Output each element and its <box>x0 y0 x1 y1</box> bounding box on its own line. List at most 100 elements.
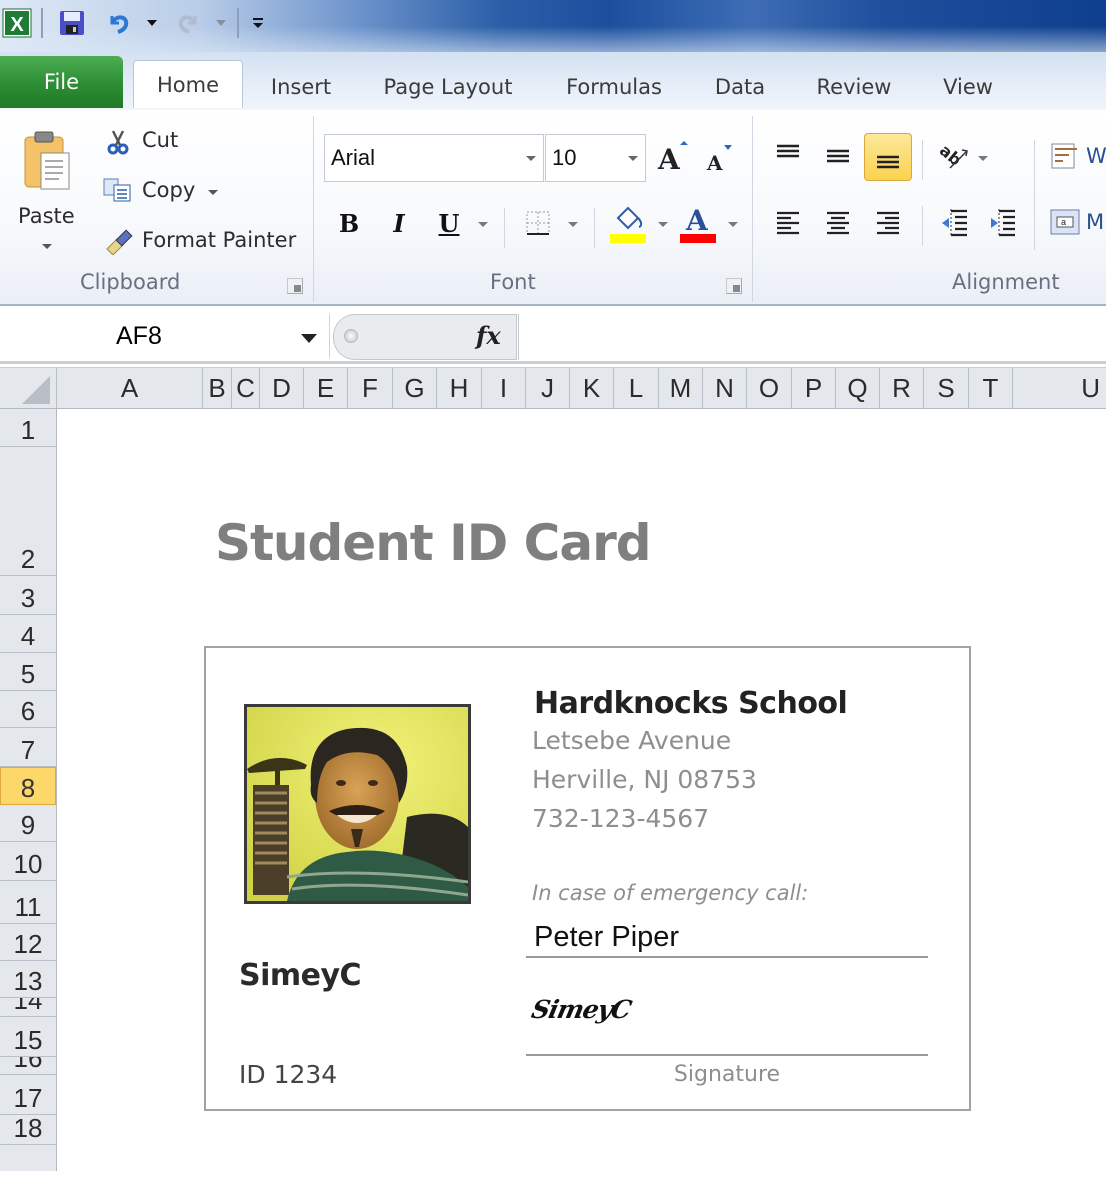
row-header-8[interactable]: 8 <box>0 767 56 805</box>
row-header-17[interactable]: 17 <box>0 1075 56 1115</box>
row-header-5[interactable]: 5 <box>0 653 56 691</box>
orientation-icon[interactable]: ab <box>934 136 974 176</box>
underline-button[interactable]: U <box>434 206 464 240</box>
copy-dropdown-icon[interactable] <box>208 190 218 195</box>
student-id[interactable]: ID 1234 <box>239 1060 337 1089</box>
row-header-7[interactable]: 7 <box>0 728 56 767</box>
column-header-s[interactable]: S <box>924 368 969 409</box>
column-header-h[interactable]: H <box>437 368 482 409</box>
middle-align-icon[interactable] <box>820 138 856 174</box>
font-launcher-icon[interactable] <box>726 278 742 294</box>
school-address-city[interactable]: Herville, NJ 08753 <box>532 765 757 794</box>
column-header-a[interactable]: A <box>57 368 203 409</box>
signature-image[interactable]: SimeyC <box>529 995 634 1024</box>
school-name[interactable]: Hardknocks School <box>534 686 848 721</box>
merge-center-label[interactable]: M <box>1086 210 1106 234</box>
column-header-d[interactable]: D <box>260 368 304 409</box>
tab-review[interactable]: Review <box>804 64 904 110</box>
tab-page-layout[interactable]: Page Layout <box>370 64 526 110</box>
column-header-l[interactable]: L <box>614 368 659 409</box>
underline-dropdown-icon[interactable] <box>478 222 488 227</box>
row-header-18[interactable]: 18 <box>0 1115 56 1145</box>
font-color-dropdown-icon[interactable] <box>728 222 738 227</box>
row-header-11[interactable]: 11 <box>0 881 56 924</box>
align-left-icon[interactable] <box>770 204 806 240</box>
top-align-icon[interactable] <box>770 138 806 174</box>
copy-button[interactable]: Copy <box>142 178 195 202</box>
column-header-r[interactable]: R <box>880 368 924 409</box>
student-name[interactable]: SimeyC <box>239 958 362 993</box>
format-painter-button[interactable]: Format Painter <box>142 228 296 252</box>
decrease-indent-icon[interactable] <box>936 204 972 240</box>
column-header-k[interactable]: K <box>570 368 614 409</box>
row-header-10[interactable]: 10 <box>0 842 56 881</box>
fill-color-icon[interactable] <box>608 202 648 246</box>
row-header-3[interactable]: 3 <box>0 576 56 615</box>
fill-color-dropdown-icon[interactable] <box>658 222 668 227</box>
row-header-1[interactable]: 1 <box>0 409 56 447</box>
expand-handle-icon[interactable] <box>344 329 358 343</box>
column-header-q[interactable]: Q <box>836 368 880 409</box>
grow-font-icon[interactable]: A <box>656 138 690 174</box>
formula-input[interactable] <box>518 314 1106 360</box>
wrap-text-icon[interactable] <box>1048 138 1082 174</box>
wrap-text-label[interactable]: W <box>1086 144 1106 168</box>
bold-button[interactable]: B <box>334 206 364 240</box>
borders-icon[interactable] <box>522 206 554 240</box>
column-header-n[interactable]: N <box>703 368 747 409</box>
column-header-t[interactable]: T <box>969 368 1013 409</box>
column-header-o[interactable]: O <box>747 368 792 409</box>
excel-logo-icon[interactable]: X <box>0 8 34 38</box>
tab-formulas[interactable]: Formulas <box>552 64 676 110</box>
row-header-2[interactable]: 2 <box>0 447 56 576</box>
paste-dropdown-icon[interactable] <box>42 244 52 249</box>
clipboard-launcher-icon[interactable] <box>287 278 303 294</box>
redo-dropdown-icon[interactable] <box>214 8 228 38</box>
paste-icon[interactable] <box>16 124 78 200</box>
font-name-dropdown-icon[interactable] <box>526 156 536 161</box>
row-header-6[interactable]: 6 <box>0 691 56 728</box>
increase-indent-icon[interactable] <box>984 204 1020 240</box>
tab-file[interactable]: File <box>0 56 123 108</box>
name-box[interactable]: AF8 <box>0 314 330 358</box>
column-header-u[interactable]: U <box>1013 368 1106 409</box>
row-header-9[interactable]: 9 <box>0 805 56 842</box>
tab-home[interactable]: Home <box>133 60 243 108</box>
row-header-12[interactable]: 12 <box>0 924 56 961</box>
row-header-4[interactable]: 4 <box>0 615 56 653</box>
redo-icon[interactable] <box>173 8 203 38</box>
column-header-e[interactable]: E <box>304 368 348 409</box>
row-header-14[interactable]: 14 <box>0 998 56 1017</box>
font-name-combo[interactable]: Arial <box>324 134 544 182</box>
select-all-button[interactable] <box>0 368 57 409</box>
italic-button[interactable]: I <box>384 206 414 240</box>
column-header-b[interactable]: B <box>203 368 232 409</box>
column-header-f[interactable]: F <box>348 368 393 409</box>
emergency-contact-name[interactable]: Peter Piper <box>534 921 679 954</box>
sheet-title[interactable]: Student ID Card <box>215 514 652 572</box>
row-header-13[interactable]: 13 <box>0 961 56 998</box>
column-header-m[interactable]: M <box>659 368 703 409</box>
font-size-dropdown-icon[interactable] <box>628 156 638 161</box>
customize-qat-icon[interactable] <box>250 8 266 38</box>
undo-icon[interactable] <box>104 8 134 38</box>
name-box-dropdown-icon[interactable] <box>301 334 317 343</box>
tab-view[interactable]: View <box>930 64 1006 110</box>
signature-label[interactable]: Signature <box>526 1062 928 1087</box>
shrink-font-icon[interactable]: A <box>704 142 736 174</box>
orientation-dropdown-icon[interactable] <box>978 156 988 161</box>
column-header-j[interactable]: J <box>526 368 570 409</box>
tab-data[interactable]: Data <box>702 64 778 110</box>
column-header-g[interactable]: G <box>393 368 437 409</box>
undo-dropdown-icon[interactable] <box>145 8 159 38</box>
insert-function-icon[interactable]: fx <box>476 321 501 350</box>
row-header-15[interactable]: 15 <box>0 1017 56 1057</box>
row-header-16[interactable]: 16 <box>0 1057 56 1075</box>
column-header-c[interactable]: C <box>232 368 260 409</box>
column-header-i[interactable]: I <box>482 368 526 409</box>
school-address-street[interactable]: Letsebe Avenue <box>532 726 731 755</box>
column-header-p[interactable]: P <box>792 368 836 409</box>
merge-center-icon[interactable]: a <box>1048 204 1082 240</box>
emergency-label[interactable]: In case of emergency call: <box>532 881 808 905</box>
align-right-icon[interactable] <box>870 204 906 240</box>
